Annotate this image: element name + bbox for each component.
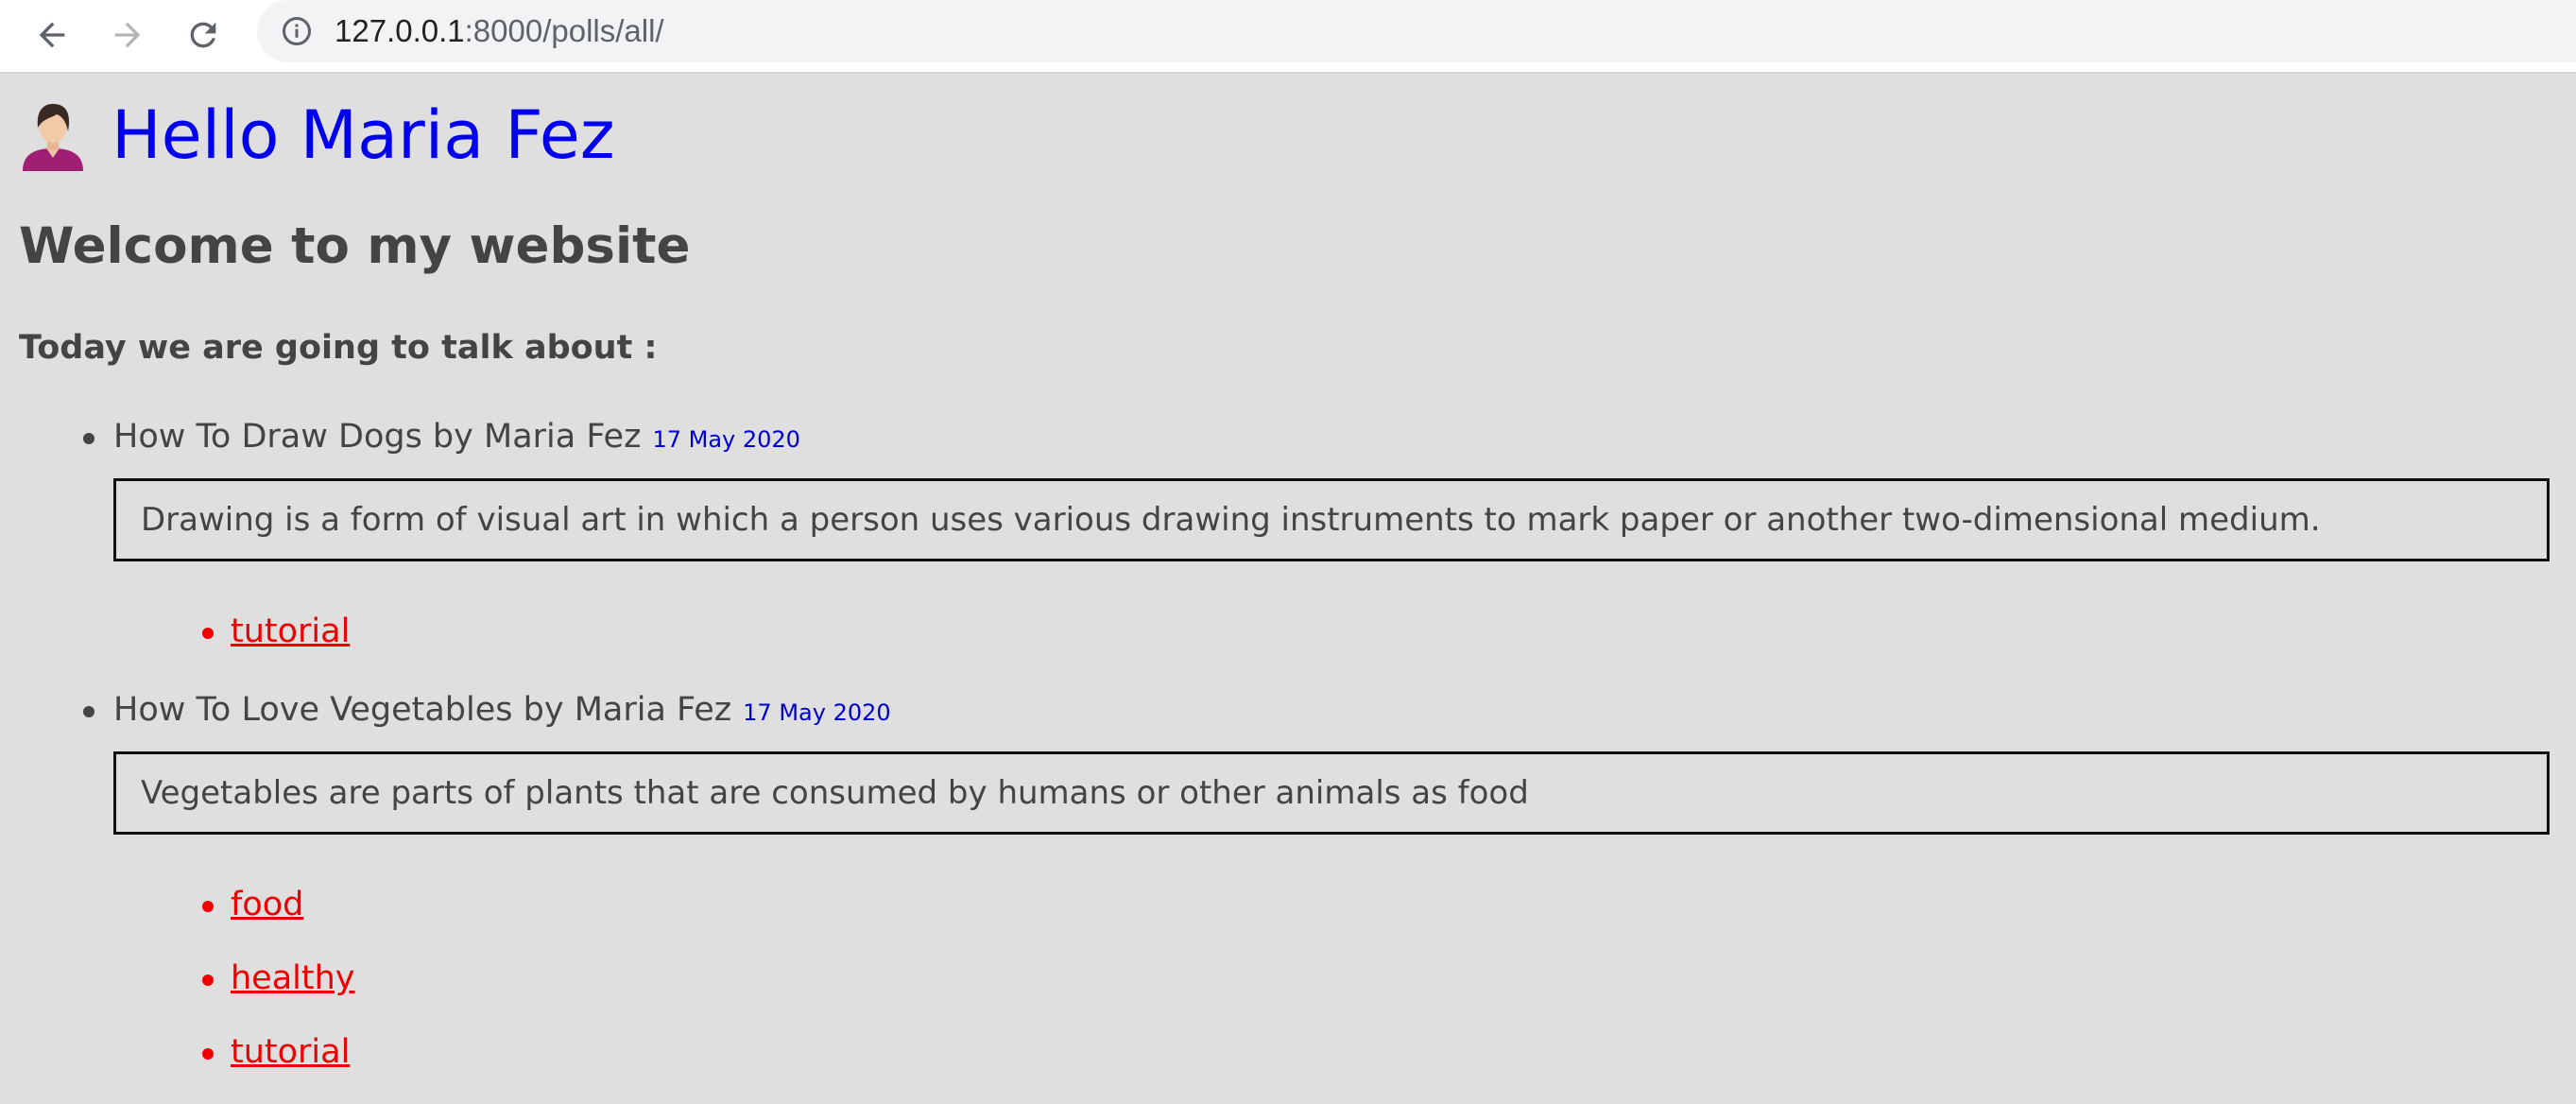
reload-button[interactable]	[178, 9, 229, 60]
address-bar[interactable]: 127.0.0.1:8000/polls/all/	[257, 0, 2576, 62]
reload-icon	[190, 22, 216, 48]
poll-description: Vegetables are parts of plants that are …	[141, 774, 1529, 812]
tag-link-healthy[interactable]: healthy	[231, 957, 355, 999]
tag-link-food[interactable]: food	[231, 884, 303, 925]
url-text[interactable]: 127.0.0.1:8000/polls/all/	[335, 11, 664, 51]
url-path: :8000/polls/all/	[464, 13, 664, 48]
greeting-title: Hello Maria Fez	[112, 96, 615, 174]
poll-title: How To Draw Dogs by Maria Fez	[113, 418, 642, 456]
tag-bullet	[202, 975, 214, 986]
url-host: 127.0.0.1	[335, 13, 465, 48]
tag-link-tutorial[interactable]: tutorial	[231, 1031, 350, 1073]
poll-heading: How To Love Vegetables by Maria Fez 17 Ma…	[113, 689, 891, 733]
back-button[interactable]	[26, 9, 77, 60]
poll-description: Drawing is a form of visual art in which…	[141, 501, 2321, 539]
poll-heading: How To Draw Dogs by Maria Fez 17 May 2020	[113, 416, 800, 460]
avatar	[23, 103, 83, 171]
tag-bullet	[202, 1048, 214, 1060]
tag-bullet	[202, 628, 214, 639]
poll-description-box: Vegetables are parts of plants that are …	[113, 751, 2550, 835]
back-arrow-icon	[39, 22, 65, 48]
poll-description-box: Drawing is a form of visual art in which…	[113, 478, 2550, 561]
welcome-heading: Welcome to my website	[19, 217, 691, 275]
list-bullet	[83, 433, 94, 444]
greeting-header: Hello Maria Fez	[19, 93, 615, 178]
poll-date: 17 May 2020	[652, 426, 800, 453]
tag-link-tutorial[interactable]: tutorial	[231, 611, 350, 652]
poll-title: How To Love Vegetables by Maria Fez	[113, 691, 732, 729]
list-bullet	[83, 706, 94, 717]
info-icon[interactable]	[280, 14, 314, 48]
browser-toolbar: 127.0.0.1:8000/polls/all/	[0, 0, 2576, 74]
intro-text: Today we are going to talk about :	[19, 329, 658, 367]
forward-arrow-icon	[114, 22, 141, 48]
forward-button[interactable]	[102, 9, 153, 60]
tag-bullet	[202, 901, 214, 912]
poll-date: 17 May 2020	[743, 699, 891, 726]
